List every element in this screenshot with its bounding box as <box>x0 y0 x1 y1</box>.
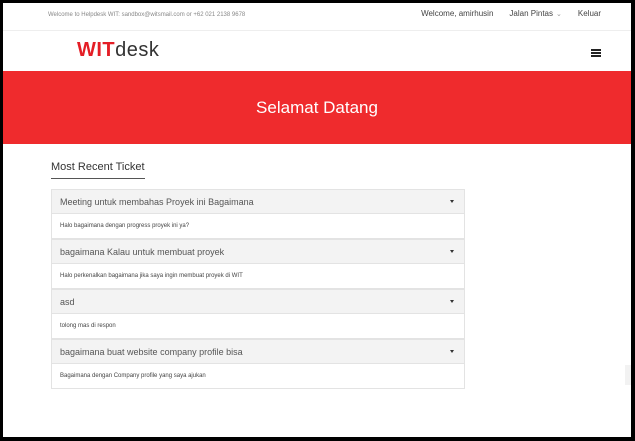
caret-down-icon <box>450 250 454 253</box>
ticket-title: bagaimana Kalau untuk membuat proyek <box>60 246 225 257</box>
ticket-header[interactable]: asd <box>51 289 465 314</box>
ticket-body: Bagaimana dengan Company profile yang sa… <box>51 364 465 389</box>
welcome-title: Selamat Datang <box>256 98 378 117</box>
caret-down-icon <box>450 200 454 203</box>
caret-down-icon <box>450 350 454 353</box>
caret-down-icon <box>450 300 454 303</box>
browser-viewport: Welcome to Helpdesk WIT: sandbox@witsmai… <box>3 3 631 437</box>
logo-light-text: desk <box>115 39 160 61</box>
ticket-title: asd <box>60 296 75 307</box>
top-links: Welcome, amirhusin Jalan Pintas ⌄ Keluar <box>421 9 601 18</box>
logo-strong-text: WIT <box>77 39 116 61</box>
shortcut-menu[interactable]: Jalan Pintas ⌄ <box>509 9 561 18</box>
ticket-header[interactable]: Meeting untuk membahas Proyek ini Bagaim… <box>51 189 465 214</box>
ticket-title: bagaimana buat website company profile b… <box>60 346 243 357</box>
section-title: Most Recent Ticket <box>51 161 145 179</box>
brand-bar: WITdesk <box>3 31 631 71</box>
ticket-body: Halo perkenalkan bagaimana jika saya ing… <box>51 264 465 289</box>
ticket-header[interactable]: bagaimana buat website company profile b… <box>51 339 465 364</box>
witdesk-logo[interactable]: WITdesk <box>77 39 159 62</box>
chevron-down-icon: ⌄ <box>556 11 562 18</box>
shortcut-label: Jalan Pintas <box>509 9 553 18</box>
ticket-title: Meeting untuk membahas Proyek ini Bagaim… <box>60 196 254 207</box>
scroll-to-top-handle[interactable] <box>625 365 631 385</box>
logout-link[interactable]: Keluar <box>578 9 601 18</box>
welcome-banner: Selamat Datang <box>3 71 631 144</box>
ticket-header[interactable]: bagaimana Kalau untuk membuat proyek <box>51 239 465 264</box>
ticket-list: Meeting untuk membahas Proyek ini Bagaim… <box>51 189 465 389</box>
welcome-contact-info: Welcome to Helpdesk WIT: sandbox@witsmai… <box>48 12 246 18</box>
ticket-body: Halo bagaimana dengan progress proyek in… <box>51 214 465 239</box>
user-greeting[interactable]: Welcome, amirhusin <box>421 9 493 18</box>
top-bar: Welcome to Helpdesk WIT: sandbox@witsmai… <box>3 3 631 31</box>
ticket-body: tolong mas di respon <box>51 314 465 339</box>
hamburger-menu-icon[interactable] <box>591 49 601 57</box>
